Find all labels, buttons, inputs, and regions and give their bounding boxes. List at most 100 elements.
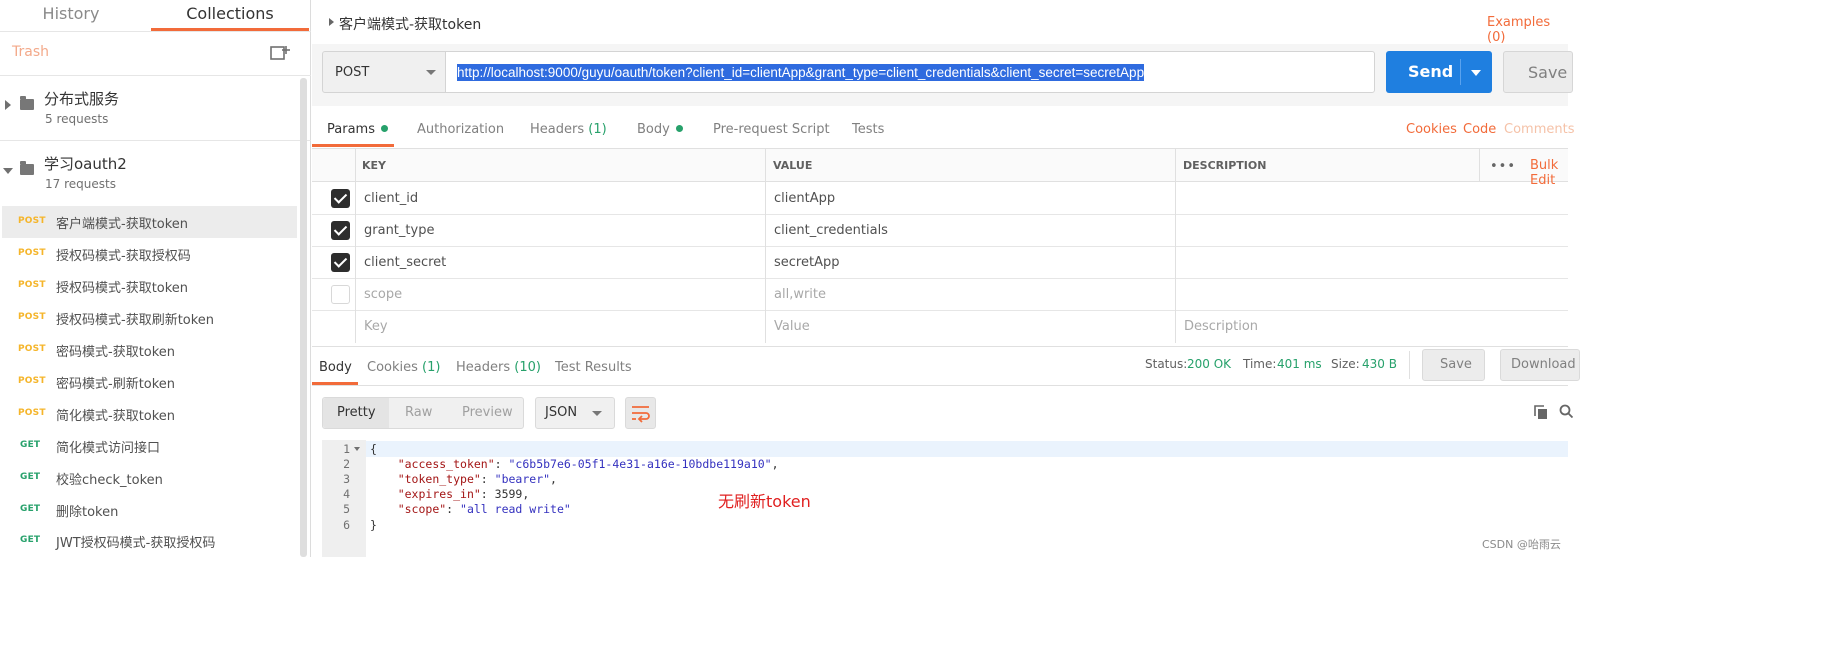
size-value: 430 B — [1362, 357, 1397, 371]
new-key-input[interactable]: Key — [364, 319, 388, 334]
copy-icon[interactable] — [1534, 405, 1548, 420]
param-value[interactable]: secretApp — [774, 255, 839, 270]
url-input[interactable]: http://localhost:9000/guyu/oauth/token?c… — [445, 51, 1375, 93]
request-item[interactable]: POST 密码模式-获取token — [2, 334, 297, 366]
pretty-button[interactable]: Pretty — [337, 405, 376, 420]
method-badge: GET — [20, 535, 41, 545]
send-button[interactable]: Send — [1386, 51, 1492, 93]
comments-link[interactable]: Comments — [1504, 122, 1574, 137]
tab-response-cookies[interactable]: Cookies (1) — [367, 360, 440, 375]
row-checkbox[interactable] — [331, 221, 350, 240]
new-description-input[interactable]: Description — [1184, 319, 1258, 334]
tab-response-body[interactable]: Body — [319, 360, 352, 375]
cookies-link[interactable]: Cookies — [1406, 122, 1457, 137]
caret-right-icon[interactable] — [5, 100, 11, 110]
row-checkbox[interactable] — [331, 285, 350, 304]
request-name: 授权码模式-获取授权码 — [56, 249, 191, 264]
tab-prerequest-script[interactable]: Pre-request Script — [713, 122, 830, 137]
param-key[interactable]: client_secret — [364, 255, 446, 270]
sidebar-scrollbar[interactable] — [300, 78, 307, 557]
param-value[interactable]: clientApp — [774, 191, 835, 206]
param-key[interactable]: grant_type — [364, 223, 434, 238]
code-line: { — [370, 442, 377, 456]
method-select[interactable]: POST — [322, 51, 446, 93]
request-title[interactable]: 客户端模式-获取token — [339, 14, 481, 34]
code-token: , — [550, 472, 557, 486]
more-options-icon[interactable]: ••• — [1490, 159, 1516, 174]
request-name: 密码模式-获取token — [56, 345, 176, 360]
param-key[interactable]: scope — [364, 287, 402, 302]
search-icon[interactable] — [1559, 404, 1573, 418]
response-body[interactable]: 1 2 3 4 5 6 { "access_token": "c6b5b7e6-… — [322, 440, 1568, 557]
divider — [1409, 351, 1410, 379]
examples-link[interactable]: Examples (0) — [1487, 15, 1568, 45]
line-number: 1 — [343, 442, 350, 456]
wrap-lines-button[interactable] — [625, 397, 656, 429]
time-label: Time: — [1243, 357, 1277, 371]
request-item[interactable]: GET JWT授权码模式-获取授权码 — [2, 525, 297, 557]
code-link[interactable]: Code — [1463, 122, 1496, 137]
method-label: POST — [335, 65, 370, 80]
caret-down-icon[interactable] — [3, 168, 13, 174]
tab-collections[interactable]: Collections — [151, 0, 309, 31]
request-item[interactable]: POST 授权码模式-获取token — [2, 270, 297, 302]
headers-count: (10) — [514, 360, 541, 375]
divider — [0, 31, 311, 32]
tab-headers[interactable]: Headers (1) — [530, 122, 607, 137]
view-mode-group: Pretty Raw Preview — [322, 397, 524, 429]
raw-button[interactable]: Raw — [405, 405, 432, 420]
method-badge: POST — [18, 312, 46, 322]
fold-caret-icon[interactable] — [354, 447, 360, 451]
preview-button[interactable]: Preview — [462, 405, 513, 420]
request-item[interactable]: POST 授权码模式-获取刷新token — [2, 302, 297, 334]
save-response-button[interactable]: Save — [1422, 349, 1485, 381]
caret-right-icon[interactable] — [329, 18, 334, 26]
tab-authorization[interactable]: Authorization — [417, 122, 504, 137]
tab-params[interactable]: Params — [327, 122, 388, 137]
new-value-input[interactable]: Value — [774, 319, 810, 334]
table-row: client_secret secretApp — [312, 247, 1568, 279]
method-badge: POST — [18, 216, 46, 226]
tab-response-headers[interactable]: Headers (10) — [456, 360, 541, 375]
request-name: 校验check_token — [56, 473, 163, 488]
chevron-down-icon[interactable] — [1471, 70, 1481, 76]
new-collection-icon[interactable] — [270, 44, 290, 62]
request-item[interactable]: POST 密码模式-刷新token — [2, 366, 297, 398]
tab-history[interactable]: History — [0, 0, 142, 31]
request-item[interactable]: POST 客户端模式-获取token — [2, 206, 297, 238]
params-table: KEY VALUE DESCRIPTION ••• Bulk Edit clie… — [312, 148, 1568, 343]
download-button[interactable]: Download — [1500, 349, 1580, 381]
code-line: "scope": "all read write" — [397, 502, 571, 516]
table-row: scope all,write — [312, 279, 1568, 311]
tab-tests[interactable]: Tests — [852, 122, 884, 137]
request-item[interactable]: GET 校验check_token — [2, 462, 297, 494]
line-number: 5 — [343, 502, 350, 516]
method-badge: GET — [20, 472, 41, 482]
request-name: 授权码模式-获取刷新token — [56, 313, 215, 328]
request-item[interactable]: GET 简化模式访问接口 — [2, 430, 297, 462]
collection-item[interactable]: 学习oauth2 17 requests — [0, 141, 300, 205]
param-value[interactable]: all,write — [774, 287, 826, 302]
sidebar: History Collections Trash 分布式服务 5 reques… — [0, 0, 311, 557]
code-token: , — [522, 487, 530, 501]
collection-item[interactable]: 分布式服务 5 requests — [0, 76, 300, 140]
column-divider — [1479, 149, 1480, 182]
request-tabs: Params Authorization Headers (1) Body Pr… — [312, 114, 1574, 148]
request-name: 删除token — [56, 505, 119, 520]
download-label: Download — [1511, 357, 1576, 372]
tab-test-results[interactable]: Test Results — [555, 360, 632, 375]
request-item[interactable]: POST 授权码模式-获取授权码 — [2, 238, 297, 270]
method-badge: POST — [18, 248, 46, 258]
row-checkbox[interactable] — [331, 189, 350, 208]
format-select[interactable]: JSON — [535, 397, 615, 429]
trash-link[interactable]: Trash — [12, 44, 49, 60]
request-item[interactable]: GET 删除token — [2, 494, 297, 526]
headers-count: (1) — [588, 122, 607, 137]
save-button[interactable]: Save — [1503, 51, 1573, 93]
row-checkbox[interactable] — [331, 253, 350, 272]
param-key[interactable]: client_id — [364, 191, 418, 206]
tab-body[interactable]: Body — [637, 122, 683, 137]
column-divider — [1175, 149, 1176, 343]
param-value[interactable]: client_credentials — [774, 223, 888, 238]
request-item[interactable]: POST 简化模式-获取token — [2, 398, 297, 430]
